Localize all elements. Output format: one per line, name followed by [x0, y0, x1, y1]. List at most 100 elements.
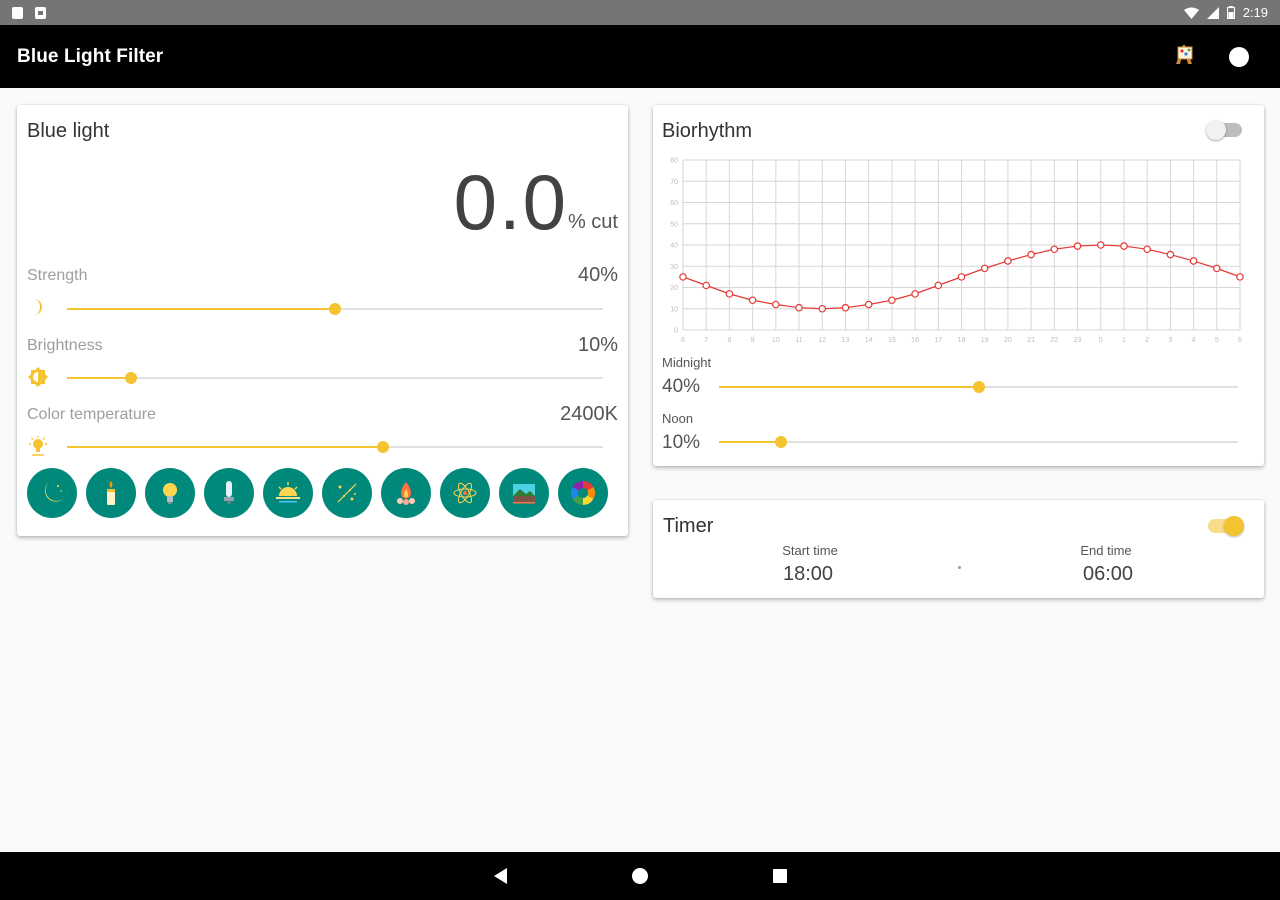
biorhythm-point [888, 296, 896, 305]
y-tick-label: 10 [670, 306, 678, 313]
time-separator [958, 566, 961, 569]
biorhythm-point [679, 273, 687, 281]
x-tick-label: 11 [795, 337, 802, 343]
color-temperature-slider-thumb[interactable] [377, 441, 390, 453]
color-temperature-label: Color temperature [27, 406, 156, 423]
biorhythm-point [702, 281, 711, 290]
fluorescent-preset-icon[interactable] [204, 468, 254, 518]
x-tick-label: 6 [1238, 337, 1242, 343]
moon-preset-icon[interactable] [27, 468, 77, 518]
record-circle-icon[interactable] [1229, 46, 1249, 67]
strength-slider-thumb[interactable] [329, 303, 341, 315]
biorhythm-point [772, 300, 780, 309]
atom-preset-icon[interactable] [440, 468, 490, 518]
color-temperature-slider[interactable] [67, 441, 603, 453]
x-tick-label: 21 [1027, 337, 1035, 343]
timer-toggle-knob [1224, 516, 1244, 536]
brightness-value: 10% [577, 334, 618, 356]
biorhythm-toggle[interactable] [1206, 120, 1242, 140]
biorhythm-card: Biorhythm 0 10 20 30 40 50 60 70 80 6 7 8 9 10 11 12 13 1… [653, 105, 1264, 466]
noon-slider[interactable] [719, 436, 1238, 448]
biorhythm-point [1004, 257, 1012, 265]
strength-slider[interactable] [67, 303, 603, 315]
clock: 2:19 [1242, 5, 1268, 20]
biorhythm-point [1236, 273, 1244, 281]
noon-value: 10% [662, 432, 701, 453]
end-time-value[interactable]: 06:00 [1048, 563, 1168, 586]
bulb-preset-icon[interactable] [145, 468, 195, 518]
y-tick-label: 60 [670, 200, 678, 207]
brightness-slider-thumb[interactable] [125, 372, 138, 384]
start-time-label: Start time [782, 543, 838, 558]
biorhythm-point [1143, 245, 1151, 254]
midnight-label: Midnight [662, 355, 712, 370]
start-time-value[interactable]: 18:00 [748, 563, 868, 586]
timer-card: Timer Start time 18:00 End time 06:00 [653, 500, 1264, 598]
x-tick-label: 18 [958, 337, 966, 343]
navigation-bar [0, 852, 1280, 900]
biorhythm-point [957, 273, 966, 281]
x-tick-label: 9 [751, 337, 755, 343]
biorhythm-point [1027, 250, 1035, 259]
end-time-label: End time [1080, 543, 1132, 558]
recents-icon[interactable] [772, 869, 787, 883]
light-bulb-icon [28, 436, 48, 456]
biorhythm-point [980, 264, 989, 273]
y-tick-label: 0 [674, 328, 678, 335]
blue-light-title: Blue light [27, 120, 110, 142]
y-tick-label: 80 [670, 158, 678, 165]
x-tick-label: 5 [1215, 337, 1219, 343]
noon-label: Noon [662, 411, 694, 426]
stars-preset-icon[interactable] [322, 468, 372, 518]
x-tick-label: 2 [1145, 337, 1149, 343]
midnight-slider-thumb[interactable] [972, 381, 985, 393]
crescent-moon-icon [28, 297, 48, 317]
biorhythm-point [911, 290, 919, 298]
home-icon[interactable] [631, 868, 648, 884]
back-icon[interactable] [493, 868, 507, 884]
y-tick-label: 20 [670, 285, 678, 292]
biorhythm-toggle-knob [1206, 120, 1226, 140]
biorhythm-point [864, 300, 873, 309]
landscape-preset-icon[interactable] [499, 468, 549, 518]
candle-preset-icon[interactable] [86, 468, 136, 518]
color-temperature-slider-fill [67, 446, 384, 448]
biorhythm-point [1120, 242, 1128, 250]
app-bar: Blue Light Filter [0, 25, 1280, 88]
brightness-slider-fill [67, 377, 132, 379]
x-tick-label: 1 [1122, 337, 1126, 343]
y-tick-label: 70 [670, 179, 678, 186]
x-tick-label: 23 [1074, 337, 1082, 343]
x-tick-label: 14 [865, 337, 873, 343]
midnight-slider-fill [719, 386, 979, 388]
x-tick-label: 8 [727, 337, 731, 343]
timer-toggle[interactable] [1208, 516, 1244, 536]
campfire-preset-icon[interactable] [381, 468, 431, 518]
biorhythm-point [841, 303, 850, 312]
y-tick-label: 30 [670, 264, 678, 271]
strength-label: Strength [27, 267, 88, 284]
strength-slider-fill [67, 308, 335, 310]
color-temperature-value: 2400K [560, 403, 618, 425]
strength-value: 40% [577, 264, 618, 286]
paint-easel-icon[interactable] [1171, 41, 1197, 72]
preset-list [27, 468, 608, 518]
status-bar: 2:19 [0, 0, 1280, 25]
biorhythm-point [1166, 250, 1175, 259]
midnight-slider[interactable] [719, 381, 1238, 393]
x-tick-label: 16 [911, 337, 919, 343]
x-tick-label: 15 [888, 337, 896, 343]
biorhythm-point [795, 303, 803, 312]
blue-light-card: Blue light 0.0 % cut Strength 40% Bright… [17, 105, 628, 536]
x-tick-label: 4 [1192, 337, 1196, 343]
color-wheel-preset-icon[interactable] [558, 468, 608, 518]
brightness-slider[interactable] [67, 372, 603, 384]
sunrise-preset-icon[interactable] [263, 468, 313, 518]
noon-slider-thumb[interactable] [775, 436, 788, 448]
notification-icon [35, 6, 46, 19]
app-title: Blue Light Filter [17, 45, 164, 67]
signal-icon [1206, 6, 1219, 19]
x-tick-label: 20 [1004, 337, 1012, 343]
biorhythm-point [725, 290, 734, 298]
timer-title: Timer [663, 515, 714, 537]
